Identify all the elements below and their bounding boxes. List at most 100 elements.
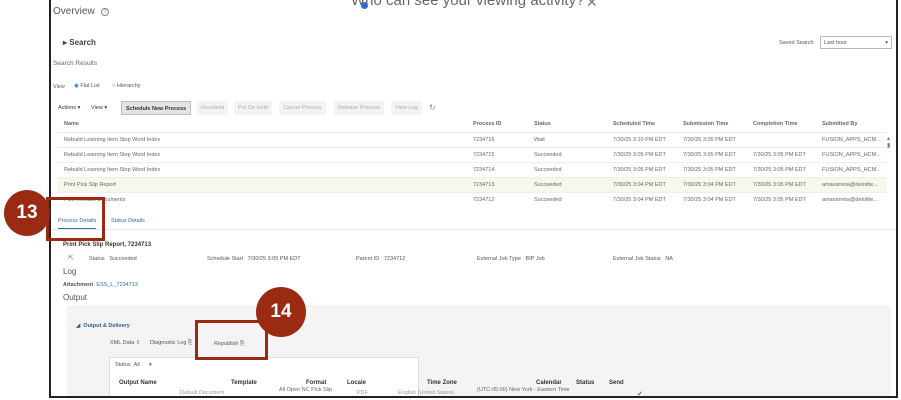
table-cell: 7234716	[473, 137, 495, 143]
output-column-header: Status	[576, 380, 595, 386]
table-cell: Wait	[534, 137, 545, 143]
tab-status-details[interactable]: Status Details	[111, 218, 145, 224]
table-cell: 7/30/25 3:05 PM EDT	[613, 152, 666, 158]
output-title: Output	[63, 293, 88, 302]
view-label: View	[53, 84, 65, 90]
close-icon[interactable]: ✕	[586, 0, 598, 11]
log-title: Log	[63, 267, 77, 276]
output-table	[109, 357, 419, 396]
step-14-badge: 14	[256, 287, 306, 337]
table-cell: 7/30/25 3:04 PM EDT	[613, 197, 666, 203]
table-cell: 7/30/25 3:10 PM EDT	[613, 137, 666, 143]
table-cell: Succeeded	[534, 167, 562, 173]
table-cell: 7234713	[473, 182, 495, 188]
success-check-icon: ✔	[637, 391, 643, 398]
table-cell: 7234712	[473, 197, 495, 203]
parent-id-label: Parent ID	[356, 256, 380, 262]
tab-divider	[51, 229, 896, 230]
table-cell: 7/30/25 3:05 PM EDT	[683, 167, 736, 173]
table-row[interactable]: Rebuild Learning Item Stop Word Index 723…	[57, 132, 887, 147]
table-cell: 7234714	[473, 167, 495, 173]
step-13-badge: 13	[4, 190, 50, 236]
table-cell: 7234715	[473, 152, 495, 158]
output-column-header: Output Name	[119, 380, 157, 386]
ext-job-status-label: External Job Status	[613, 256, 661, 262]
refresh-icon[interactable]: ↻	[429, 103, 436, 112]
table-cell: Print Pick Slip Report	[64, 182, 116, 188]
table-cell: 7/30/25 3:05 PM EDT	[753, 197, 806, 203]
attachment-link[interactable]: ESS_L_7234713	[96, 282, 138, 288]
step-13-highlight	[46, 197, 105, 241]
table-cell: Succeeded	[534, 182, 562, 188]
cursor-icon: ⇱	[68, 255, 74, 262]
table-row[interactable]: Rebuild Learning Item Stop Word Index 723…	[57, 147, 887, 162]
view-menu[interactable]: View ▾	[91, 105, 107, 111]
table-cell: amavarreta@deloitte...	[822, 182, 878, 188]
diagnostic-log-button[interactable]: Diagnostic Log ⎘	[150, 340, 192, 347]
table-header: Name Process ID Status Scheduled Time Su…	[64, 121, 858, 127]
table-row[interactable]: Rebuild Learning Item Stop Word Index 723…	[57, 162, 887, 177]
table-cell: 7/30/25 3:05 PM EDT	[683, 152, 736, 158]
table-cell: FUSION_APPS_HCM...	[822, 137, 881, 143]
table-cell: 7/30/25 3:05 PM EDT	[753, 182, 806, 188]
actions-menu[interactable]: Actions ▾	[58, 105, 80, 111]
output-status-filter[interactable]: Status All ▾	[115, 362, 152, 368]
status-label: Status	[89, 256, 105, 262]
table-cell: 7/30/25 3:05 PM EDT	[753, 152, 806, 158]
table-cell: 7/30/25 3:05 PM EDT	[683, 137, 736, 143]
search-label: Search	[69, 38, 96, 47]
table-cell: Succeeded	[534, 152, 562, 158]
output-cell: (UTC-05:00) New York - Eastern Time	[477, 387, 570, 393]
table-cell: 7/30/25 3:04 PM EDT	[683, 197, 736, 203]
release-process-button[interactable]: Release Process	[334, 101, 384, 115]
xml-data-button[interactable]: XML Data ⇪	[110, 340, 140, 346]
output-column-header: Locale	[347, 380, 367, 386]
output-cell: Default Document	[180, 390, 225, 396]
details-title: Print Pick Slip Report, 7234713	[63, 242, 152, 248]
table-cell: 7/30/25 3:04 PM EDT	[683, 182, 736, 188]
table-row[interactable]: Pick Release Documents 7234712 Succeeded 7/…	[57, 192, 887, 207]
view-log-button[interactable]: View Log	[391, 101, 422, 115]
table-cell: Succeeded	[534, 197, 562, 203]
privacy-popup-text: Who can see your viewing activity?	[351, 0, 585, 9]
table-cell: 7/30/25 3:05 PM EDT	[753, 167, 806, 173]
output-cell: All Open NC Pick Slip	[279, 387, 333, 393]
output-cell: English (United States)	[398, 390, 455, 396]
table-cell: amavarreta@deloitte...	[822, 197, 878, 203]
schedule-start-label: Schedule Start	[207, 256, 244, 262]
table-cell: Rebuild Learning Item Stop Word Index	[64, 137, 161, 143]
step-14-highlight	[195, 320, 268, 360]
status-value: Succeeded	[109, 256, 137, 262]
put-on-hold-button[interactable]: Put On Hold	[234, 101, 272, 115]
help-icon[interactable]: ?	[101, 8, 109, 16]
output-delivery-section[interactable]: ◢ Output & Delivery	[76, 323, 130, 329]
output-column-header: Template	[231, 380, 257, 386]
cancel-process-button[interactable]: Cancel Process	[279, 101, 326, 115]
attachment-label: Attachment	[63, 282, 94, 288]
output-column-header: Calendar	[536, 380, 562, 386]
radio-hierarchy[interactable]: ○ Hierarchy	[112, 83, 140, 89]
table-cell: Rebuild Learning Item Stop Word Index	[64, 152, 161, 158]
table-cell: FUSION_APPS_HCM...	[822, 152, 881, 158]
table-cell: FUSION_APPS_HCM...	[822, 167, 881, 173]
ext-job-status-value: NA	[665, 256, 673, 262]
resubmit-button[interactable]: Resubmit	[197, 101, 229, 115]
table-cell: 7/30/25 3:05 PM EDT	[613, 167, 666, 173]
table-row[interactable]: Print Pick Slip Report 7234713 Succeeded 7/…	[57, 177, 887, 192]
schedule-start-value: 7/30/25 3:05 PM EDT	[247, 256, 301, 262]
ext-job-type-label: External Job Type	[477, 256, 521, 262]
search-toggle[interactable]: ▸ Search	[63, 38, 96, 47]
table-cell: Rebuild Learning Item Stop Word Index	[64, 167, 161, 173]
saved-search-select[interactable]: Last hour ▾	[820, 36, 892, 49]
parent-id-value: 7234712	[383, 256, 406, 262]
radio-flat-list[interactable]: ◉ Flat List	[74, 83, 100, 89]
table-cell: 7/30/25 3:04 PM EDT	[613, 182, 666, 188]
ext-job-type-value: BIP Job	[525, 256, 545, 262]
table-scrollbar[interactable]: ▴ ▮	[887, 135, 890, 149]
output-column-header: Send	[609, 380, 624, 386]
search-results-title: Search Results	[53, 60, 98, 67]
output-column-header: Time Zone	[427, 380, 457, 386]
saved-search-label: Saved Search	[779, 40, 814, 46]
page-title: Overview	[53, 6, 95, 17]
schedule-new-process-button[interactable]: Schedule New Process	[121, 101, 192, 115]
